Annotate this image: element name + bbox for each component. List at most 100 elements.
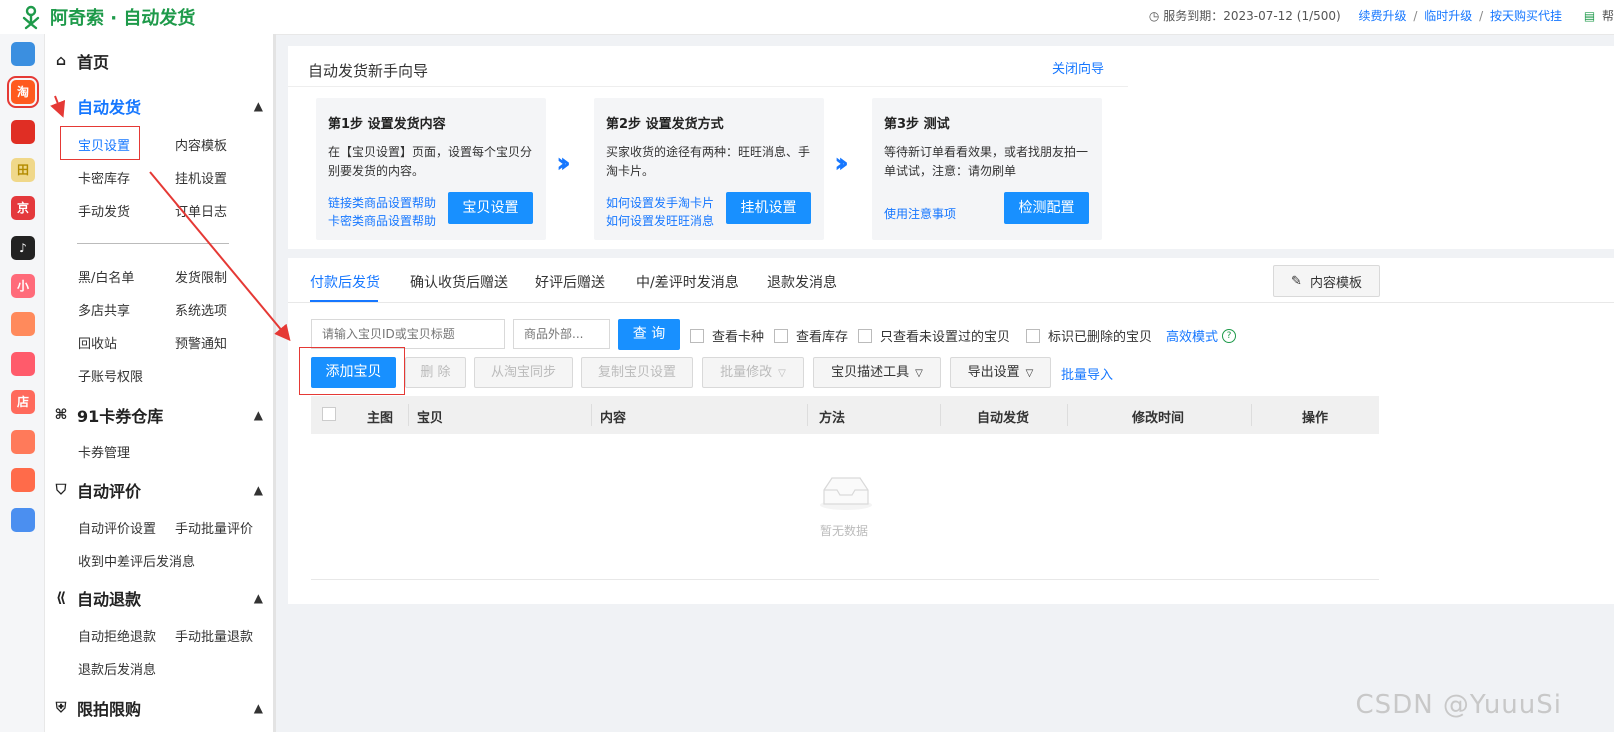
outer-id-input[interactable] <box>513 319 610 349</box>
shop-app-icon[interactable]: 店 <box>11 390 35 414</box>
step-title: 第3步 测试 <box>884 117 950 132</box>
sidebar-item-blacklist[interactable]: 黑/白名单 <box>78 267 134 286</box>
sidebar-item-multi-shop[interactable]: 多店共享 <box>78 300 130 319</box>
link-app-icon[interactable] <box>11 508 35 532</box>
sidebar-divider <box>77 243 229 244</box>
thumb-app-icon[interactable] <box>11 352 35 376</box>
batch-edit-dropdown[interactable]: 批量修改 ▽ <box>702 357 804 388</box>
sidebar-item-card-stock[interactable]: 卡密库存 <box>78 168 130 187</box>
efficient-mode-link[interactable]: 高效模式 ? <box>1166 326 1237 345</box>
sidebar-item-subaccount[interactable]: 子账号权限 <box>78 366 143 385</box>
sidebar-item-bad-review-message[interactable]: 收到中差评后发消息 <box>78 551 195 570</box>
column-header-modified-time: 修改时间 <box>1132 411 1185 426</box>
content-template-button[interactable]: ✎ 内容模板 <box>1273 265 1380 297</box>
sidebar-home[interactable]: ⌂ 首页 <box>53 49 109 73</box>
usage-notes-link[interactable]: 使用注意事项 <box>884 205 956 222</box>
sidebar-item-content-template[interactable]: 内容模板 <box>175 135 227 154</box>
tab-after-confirm[interactable]: 确认收货后赠送 <box>410 272 508 292</box>
filter-stock[interactable]: 查看库存 <box>774 326 848 345</box>
sidebar-item-recycle-bin[interactable]: 回收站 <box>78 333 117 352</box>
field-app-icon[interactable]: 田 <box>11 158 35 182</box>
help-link[interactable]: 帮 <box>1602 9 1614 23</box>
help-icon[interactable]: ? <box>1222 328 1237 343</box>
renew-upgrade-link[interactable]: 续费升级 <box>1359 9 1407 23</box>
sync-from-taobao-button[interactable]: 从淘宝同步 <box>474 357 573 388</box>
batch-import-link[interactable]: 批量导入 <box>1061 364 1113 383</box>
select-all-checkbox[interactable] <box>322 407 336 421</box>
wizard-step-3: 第3步 测试 等待新订单看看效果，或者找朋友拍一单试试，注意：请勿刷单 使用注意… <box>872 98 1102 240</box>
card-item-help[interactable]: 卡密类商品设置帮助 <box>328 212 436 229</box>
service-info: ◷ 服务到期：2023-07-12 (1/500) 续费升级 / 临时升级 / … <box>1149 7 1614 24</box>
column-header-item: 宝贝 <box>417 411 444 426</box>
pinduoduo-app-icon[interactable] <box>11 120 35 144</box>
export-label: 导出设置 <box>967 365 1020 380</box>
close-wizard-link[interactable]: 关闭向导 <box>1052 58 1104 77</box>
checkbox[interactable] <box>690 328 704 343</box>
check-config-button[interactable]: 检测配置 <box>1004 192 1089 224</box>
jd-app-icon[interactable]: 京 <box>11 196 35 220</box>
bag-app-icon[interactable] <box>11 430 35 454</box>
copy-item-settings-button[interactable]: 复制宝贝设置 <box>581 357 693 388</box>
sidebar-item-coupon-manage[interactable]: 卡券管理 <box>78 442 130 461</box>
tab-refund-message[interactable]: 退款发消息 <box>767 272 837 292</box>
app-logo[interactable]: 阿奇索 · 自动发货 <box>18 4 195 30</box>
item-desc-tool-dropdown[interactable]: 宝贝描述工具 ▽ <box>813 357 941 388</box>
query-button[interactable]: 查 询 <box>618 319 680 350</box>
temp-upgrade-link[interactable]: 临时升级 <box>1424 9 1472 23</box>
sidebar-item-alert[interactable]: 预警通知 <box>175 333 227 352</box>
chevron-down-icon: ▽ <box>915 368 923 379</box>
checkbox[interactable] <box>774 328 788 343</box>
qr-grid-icon: ⌘ <box>54 407 68 423</box>
wizard-step-1: 第1步 设置发货内容 在【宝贝设置】页面，设置每个宝贝分别要发货的内容。 链接类… <box>316 98 546 240</box>
sidebar-section-auto-refund[interactable]: ⟪ 自动退款 ▲ <box>53 586 263 610</box>
link-item-help[interactable]: 链接类商品设置帮助 <box>328 194 436 211</box>
wangwang-message-help[interactable]: 如何设置发旺旺消息 <box>606 212 714 229</box>
daily-purchase-link[interactable]: 按天购买代挂 <box>1490 9 1562 23</box>
sidebar-section-auto-ship[interactable]: 自动发货 ▲ <box>53 94 263 118</box>
top-bar: 阿奇索 · 自动发货 ◷ 服务到期：2023-07-12 (1/500) 续费升… <box>0 0 1614 35</box>
section-title: 自动发货 <box>77 98 142 117</box>
logo-icon <box>22 5 40 30</box>
sidebar-item-refund-message[interactable]: 退款后发消息 <box>78 659 156 678</box>
sidebar-item-auto-review-settings[interactable]: 自动评价设置 <box>78 518 156 537</box>
item-search-input[interactable] <box>311 319 505 349</box>
grid-app-icon[interactable] <box>11 42 35 66</box>
sidebar-section-card-warehouse[interactable]: ⌘ 91卡券仓库 ▲ <box>53 403 264 427</box>
chevron-up-icon: ▲ <box>253 99 263 113</box>
filter-unset-items[interactable]: 只查看未设置过的宝贝 <box>858 326 1010 345</box>
tab-after-payment[interactable]: 付款后发货 <box>310 272 380 292</box>
xiaohongshu-app-icon[interactable]: 小 <box>11 274 35 298</box>
sidebar-item-batch-refund[interactable]: 手动批量退款 <box>175 626 253 645</box>
sidebar-item-auto-refuse-refund[interactable]: 自动拒绝退款 <box>78 626 156 645</box>
filter-card-type[interactable]: 查看卡种 <box>690 326 764 345</box>
export-settings-dropdown[interactable]: 导出设置 ▽ <box>950 357 1051 388</box>
taobao-app-icon[interactable]: 淘 <box>7 76 39 108</box>
filter-label: 查看库存 <box>796 330 849 345</box>
sidebar-item-system-options[interactable]: 系统选项 <box>175 300 227 319</box>
link-separator: / <box>1413 9 1418 23</box>
sidebar-item-batch-review[interactable]: 手动批量评价 <box>175 518 253 537</box>
doc-icon: ▤ <box>1583 9 1596 23</box>
column-header-content: 内容 <box>600 411 627 426</box>
sidebar-item-order-log[interactable]: 订单日志 <box>175 201 227 220</box>
taobao-card-help[interactable]: 如何设置发手淘卡片 <box>606 194 714 211</box>
section-title: 自动评价 <box>77 482 142 501</box>
sidebar-item-manual-ship[interactable]: 手动发货 <box>78 201 130 220</box>
douyin-app-icon[interactable]: ♪ <box>11 236 35 260</box>
checkbox[interactable] <box>1026 328 1040 343</box>
sidebar-item-hosting-settings[interactable]: 挂机设置 <box>175 168 227 187</box>
sidebar-section-purchase-limit[interactable]: ⛨ 限拍限购 ▲ <box>53 696 263 720</box>
tab-after-good-review[interactable]: 好评后赠送 <box>535 272 605 292</box>
filter-deleted-items[interactable]: 标识已删除的宝贝 <box>1026 326 1152 345</box>
item-settings-button[interactable]: 宝贝设置 <box>448 192 533 224</box>
sidebar-item-ship-limit[interactable]: 发货限制 <box>175 267 227 286</box>
chevron-up-icon: ▲ <box>253 408 263 422</box>
step-description: 在【宝贝设置】页面，设置每个宝贝分别要发货的内容。 <box>328 145 533 178</box>
store-app-icon[interactable] <box>11 468 35 492</box>
tab-bad-review-message[interactable]: 中/差评时发消息 <box>636 272 739 292</box>
delete-button[interactable]: 删 除 <box>405 357 466 388</box>
hosting-settings-button[interactable]: 挂机设置 <box>726 192 811 224</box>
checkbox[interactable] <box>858 328 872 343</box>
sidebar-section-auto-review[interactable]: ⛉ 自动评价 ▲ <box>53 478 263 502</box>
cluster-app-icon[interactable] <box>11 312 35 336</box>
